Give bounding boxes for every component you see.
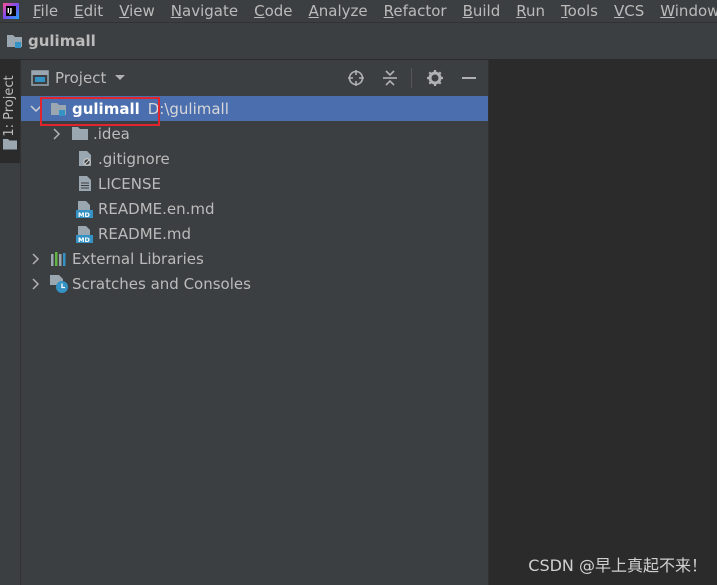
menu-edit[interactable]: Edit	[66, 0, 111, 22]
menu-refactor[interactable]: Refactor	[376, 0, 455, 22]
project-panel: Project gulimall D:\gulimall .idea .giti…	[21, 60, 488, 585]
tree-root-name: gulimall	[72, 99, 140, 118]
module-folder-icon	[49, 99, 69, 119]
menu-file[interactable]: File	[25, 0, 66, 22]
gitignore-file-icon	[75, 149, 95, 169]
tree-root-row[interactable]: gulimall D:\gulimall	[21, 96, 488, 126]
markdown-file-icon: MD	[75, 199, 95, 219]
chevron-right-icon[interactable]	[28, 271, 44, 296]
intellij-logo-icon: IJ	[3, 3, 19, 19]
menu-build[interactable]: Build	[455, 0, 509, 22]
tree-item-readme[interactable]: MD README.md	[21, 221, 488, 246]
chevron-right-icon[interactable]	[49, 121, 65, 146]
chevron-down-icon[interactable]	[114, 74, 126, 82]
menu-bar: IJ File Edit View Navigate Code Analyze …	[0, 0, 717, 22]
library-icon	[49, 249, 69, 269]
csdn-watermark: CSDN @早上真起不来！	[528, 556, 707, 575]
panel-title[interactable]: Project	[55, 69, 106, 87]
locate-icon[interactable]	[345, 67, 367, 89]
menu-run[interactable]: Run	[508, 0, 553, 22]
tree-item-label: .gitignore	[98, 149, 170, 168]
tree-item-label: External Libraries	[72, 249, 204, 268]
scratches-clock-icon	[49, 274, 69, 294]
project-tree: gulimall D:\gulimall .idea .gitignore LI…	[21, 96, 488, 296]
tree-item-license[interactable]: LICENSE	[21, 171, 488, 196]
menu-navigate[interactable]: Navigate	[163, 0, 246, 22]
menu-vcs[interactable]: VCS	[606, 0, 652, 22]
tree-item-label: LICENSE	[98, 174, 161, 193]
tree-item-idea[interactable]: .idea	[21, 121, 488, 146]
text-file-icon	[75, 174, 95, 194]
tree-item-gitignore[interactable]: .gitignore	[21, 146, 488, 171]
svg-text:MD: MD	[78, 236, 90, 243]
menu-analyze[interactable]: Analyze	[301, 0, 376, 22]
editor-area[interactable]: CSDN @早上真起不来！	[489, 60, 717, 585]
tree-item-label: .idea	[93, 124, 130, 143]
menu-window[interactable]: Window	[652, 0, 717, 22]
svg-text:MD: MD	[78, 211, 90, 218]
chevron-right-icon[interactable]	[28, 246, 44, 271]
menu-view[interactable]: View	[111, 0, 163, 22]
gear-icon[interactable]	[424, 67, 446, 89]
tree-item-scratches[interactable]: Scratches and Consoles	[21, 271, 488, 296]
toolbar-separator	[411, 68, 412, 88]
breadcrumb-project[interactable]: gulimall	[28, 32, 96, 50]
collapse-all-icon[interactable]	[379, 67, 401, 89]
markdown-file-icon: MD	[75, 224, 95, 244]
left-tool-strip: 1: Project	[0, 60, 21, 585]
project-tool-tab[interactable]: 1: Project	[0, 60, 20, 163]
folder-icon	[70, 124, 90, 144]
menu-tools[interactable]: Tools	[553, 0, 606, 22]
panel-header: Project	[21, 60, 488, 96]
module-folder-icon	[6, 33, 24, 49]
tree-item-readme-en[interactable]: MD README.en.md	[21, 196, 488, 221]
tree-item-label: Scratches and Consoles	[72, 274, 251, 293]
navigation-bar: gulimall	[0, 22, 717, 60]
minimize-icon[interactable]	[458, 67, 480, 89]
tree-root-path: D:\gulimall	[147, 99, 229, 118]
tree-item-label: README.en.md	[98, 199, 215, 218]
tree-item-external-libraries[interactable]: External Libraries	[21, 246, 488, 271]
menu-code[interactable]: Code	[246, 0, 300, 22]
project-window-icon	[31, 70, 49, 86]
panel-toolbar	[333, 60, 480, 96]
tree-item-label: README.md	[98, 224, 192, 243]
chevron-down-icon[interactable]	[28, 96, 44, 121]
folder-icon	[3, 139, 17, 150]
